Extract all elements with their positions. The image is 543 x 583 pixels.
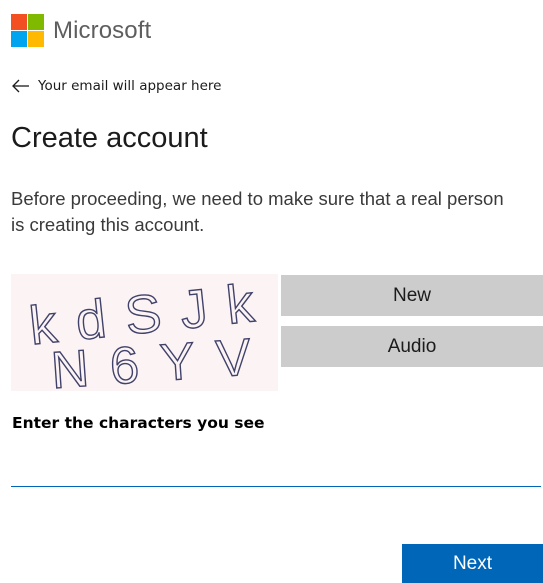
captcha-image: kdSJk N6YV xyxy=(11,274,278,391)
microsoft-logo-icon xyxy=(11,14,44,47)
captcha-input-label: Enter the characters you see xyxy=(12,414,265,432)
logo-square-red xyxy=(11,14,27,30)
page-title: Create account xyxy=(11,122,208,154)
logo-square-green xyxy=(28,14,44,30)
new-captcha-button[interactable]: New xyxy=(281,275,543,316)
intro-text: Before proceeding, we need to make sure … xyxy=(11,188,504,235)
email-placeholder-text: Your email will appear here xyxy=(38,78,222,94)
brand-name: Microsoft xyxy=(53,16,152,44)
audio-captcha-button[interactable]: Audio xyxy=(281,326,543,367)
logo-square-blue xyxy=(11,31,27,47)
logo-square-yellow xyxy=(28,31,44,47)
captcha-input[interactable] xyxy=(11,452,541,487)
microsoft-brand: Microsoft xyxy=(11,14,151,47)
next-button[interactable]: Next xyxy=(402,544,543,583)
back-to-email-link[interactable]: Your email will appear here xyxy=(10,77,221,95)
back-arrow-icon[interactable] xyxy=(10,77,32,95)
